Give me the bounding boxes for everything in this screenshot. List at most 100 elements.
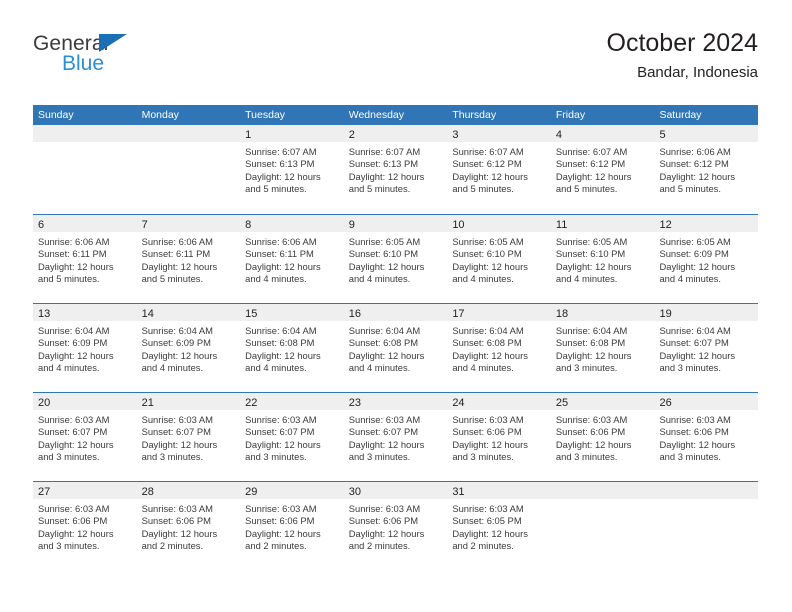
day-number-band: 14	[136, 304, 241, 321]
day-cell[interactable]: 21 Sunrise: 6:03 AM Sunset: 6:07 PM Dayligh…	[136, 393, 241, 481]
day-cell[interactable]: 15 Sunrise: 6:04 AM Sunset: 6:08 PM Dayligh…	[240, 304, 344, 392]
sunrise-text: Sunrise: 6:06 AM	[659, 146, 731, 157]
weekday-header-tuesday: Tuesday	[245, 109, 286, 121]
sunrise-text: Sunrise: 6:03 AM	[141, 414, 213, 425]
day-number-band: 5	[654, 125, 759, 142]
day-number-band: 4	[550, 125, 655, 142]
day-cell[interactable]: 24 Sunrise: 6:03 AM Sunset: 6:06 PM Dayligh…	[447, 393, 551, 481]
calendar-week-row: 20 Sunrise: 6:03 AM Sunset: 6:07 PM Dayligh…	[33, 392, 759, 481]
day-cell[interactable]: 2 Sunrise: 6:07 AM Sunset: 6:13 PM Daylight…	[343, 125, 448, 214]
day-cell[interactable]: 12 Sunrise: 6:05 AM Sunset: 6:09 PM Dayligh…	[654, 215, 759, 303]
page-title: October 2024	[606, 29, 759, 57]
sunset-text: Sunset: 6:10 PM	[555, 248, 626, 260]
calendar-week-row: 13 Sunrise: 6:04 AM Sunset: 6:09 PM Dayligh…	[33, 303, 759, 392]
day-cell[interactable]: 6 Sunrise: 6:06 AM Sunset: 6:11 PM Daylight…	[33, 215, 137, 303]
sunset-text: Sunset: 6:09 PM	[38, 337, 108, 349]
day-cell[interactable]: 4 Sunrise: 6:07 AM Sunset: 6:12 PM Daylight…	[550, 125, 655, 214]
day-cell[interactable]: 8 Sunrise: 6:06 AM Sunset: 6:11 PM Daylight…	[240, 215, 344, 303]
day-details: Sunrise: 6:03 AM Sunset: 6:06 PM Daylight:…	[33, 499, 137, 552]
sunrise-text: Sunrise: 6:03 AM	[38, 414, 110, 425]
day-number: 16	[348, 308, 361, 320]
day-cell[interactable]: 30 Sunrise: 6:03 AM Sunset: 6:06 PM Dayligh…	[343, 482, 448, 570]
sunset-text: Sunset: 6:12 PM	[555, 158, 626, 170]
day-number: 27	[38, 486, 51, 498]
day-number: 31	[452, 486, 465, 498]
day-number: 29	[245, 486, 258, 498]
sunset-text: Sunset: 6:11 PM	[245, 248, 314, 260]
day-cell[interactable]: 28 Sunrise: 6:03 AM Sunset: 6:06 PM Dayligh…	[136, 482, 241, 570]
day-details	[551, 499, 655, 503]
day-details: Sunrise: 6:03 AM Sunset: 6:06 PM Daylight:…	[240, 499, 344, 552]
sunrise-text: Sunrise: 6:04 AM	[245, 325, 317, 336]
sunset-text: Sunset: 6:07 PM	[659, 337, 729, 349]
day-cell[interactable]: 1 Sunrise: 6:07 AM Sunset: 6:13 PM Daylight…	[240, 125, 344, 214]
day-number: 9	[348, 219, 355, 231]
sunrise-text: Sunrise: 6:03 AM	[555, 414, 628, 425]
day-cell[interactable]: 19 Sunrise: 6:04 AM Sunset: 6:07 PM Dayligh…	[654, 304, 759, 392]
day-number-band: 21	[136, 393, 241, 410]
day-cell[interactable]: 5 Sunrise: 6:06 AM Sunset: 6:12 PM Daylight…	[654, 125, 759, 214]
sunset-text: Sunset: 6:05 PM	[452, 515, 522, 527]
day-cell[interactable]: 9 Sunrise: 6:05 AM Sunset: 6:10 PM Daylight…	[343, 215, 448, 303]
day-details: Sunrise: 6:04 AM Sunset: 6:08 PM Daylight:…	[240, 321, 344, 374]
day-cell[interactable]: 3 Sunrise: 6:07 AM Sunset: 6:12 PM Daylight…	[447, 125, 551, 214]
day-number: 26	[659, 397, 672, 409]
day-cell[interactable]: 13 Sunrise: 6:04 AM Sunset: 6:09 PM Dayligh…	[33, 304, 137, 392]
day-cell[interactable]: 16 Sunrise: 6:04 AM Sunset: 6:08 PM Dayligh…	[343, 304, 448, 392]
daylight-text: Daylight: 12 hours and 4 minutes.	[452, 260, 528, 284]
sunset-text: Sunset: 6:07 PM	[245, 426, 315, 438]
sunrise-text: Sunrise: 6:06 AM	[245, 236, 317, 247]
daylight-text: Daylight: 12 hours and 3 minutes.	[141, 438, 218, 462]
sunset-text: Sunset: 6:06 PM	[348, 515, 419, 527]
sunset-text: Sunset: 6:08 PM	[555, 337, 626, 349]
sunset-text: Sunset: 6:07 PM	[348, 426, 419, 438]
sunrise-text: Sunrise: 6:03 AM	[141, 503, 213, 514]
day-number: 15	[245, 308, 258, 320]
sunset-text: Sunset: 6:13 PM	[348, 158, 419, 170]
sunrise-text: Sunrise: 6:03 AM	[348, 503, 421, 514]
day-details: Sunrise: 6:04 AM Sunset: 6:08 PM Daylight:…	[447, 321, 551, 374]
day-cell[interactable]: 26 Sunrise: 6:03 AM Sunset: 6:06 PM Dayligh…	[654, 393, 759, 481]
sunset-text: Sunset: 6:09 PM	[141, 337, 211, 349]
day-cell[interactable]: 25 Sunrise: 6:03 AM Sunset: 6:06 PM Dayligh…	[550, 393, 655, 481]
daylight-text: Daylight: 12 hours and 3 minutes.	[245, 438, 321, 462]
day-details: Sunrise: 6:06 AM Sunset: 6:11 PM Daylight:…	[240, 232, 344, 285]
title-block: October 2024 Bandar, Indonesia	[607, 28, 759, 84]
sunrise-text: Sunrise: 6:05 AM	[659, 236, 731, 247]
day-number-band: 8	[240, 215, 344, 232]
day-cell[interactable]: 31 Sunrise: 6:03 AM Sunset: 6:05 PM Dayligh…	[447, 482, 551, 570]
sunrise-text: Sunrise: 6:03 AM	[348, 414, 421, 425]
sunrise-text: Sunrise: 6:03 AM	[452, 503, 524, 514]
day-cell[interactable]: 20 Sunrise: 6:03 AM Sunset: 6:07 PM Dayligh…	[33, 393, 137, 481]
daylight-text: Daylight: 12 hours and 5 minutes.	[245, 170, 321, 194]
day-cell[interactable]: 11 Sunrise: 6:05 AM Sunset: 6:10 PM Dayligh…	[550, 215, 655, 303]
sunrise-text: Sunrise: 6:07 AM	[245, 146, 317, 157]
day-number-band	[550, 482, 655, 499]
general-blue-logo[interactable]: General Blue	[33, 32, 213, 88]
sunrise-text: Sunrise: 6:04 AM	[141, 325, 213, 336]
day-details: Sunrise: 6:03 AM Sunset: 6:06 PM Daylight:…	[447, 410, 551, 463]
day-number-band: 19	[654, 304, 759, 321]
day-cell-empty	[136, 125, 241, 214]
day-cell[interactable]: 14 Sunrise: 6:04 AM Sunset: 6:09 PM Dayligh…	[136, 304, 241, 392]
day-cell[interactable]: 18 Sunrise: 6:04 AM Sunset: 6:08 PM Dayligh…	[550, 304, 655, 392]
day-cell[interactable]: 17 Sunrise: 6:04 AM Sunset: 6:08 PM Dayligh…	[447, 304, 551, 392]
day-cell[interactable]: 23 Sunrise: 6:03 AM Sunset: 6:07 PM Dayligh…	[343, 393, 448, 481]
day-cell[interactable]: 27 Sunrise: 6:03 AM Sunset: 6:06 PM Dayligh…	[33, 482, 137, 570]
sunset-text: Sunset: 6:06 PM	[659, 426, 729, 438]
day-number: 14	[141, 308, 154, 320]
sunrise-text: Sunrise: 6:07 AM	[555, 146, 628, 157]
weekday-header-thursday: Thursday	[452, 109, 497, 121]
calendar-page: General Blue October 2024 Bandar, Indone…	[0, 0, 792, 612]
day-cell[interactable]: 29 Sunrise: 6:03 AM Sunset: 6:06 PM Dayligh…	[240, 482, 344, 570]
day-number-band	[654, 482, 759, 499]
day-number-band: 18	[550, 304, 655, 321]
day-cell-empty	[654, 482, 759, 570]
day-details	[137, 142, 241, 146]
day-cell[interactable]: 22 Sunrise: 6:03 AM Sunset: 6:07 PM Dayligh…	[240, 393, 344, 481]
daylight-text: Daylight: 12 hours and 5 minutes.	[141, 260, 218, 284]
day-details: Sunrise: 6:06 AM Sunset: 6:11 PM Daylight:…	[33, 232, 137, 285]
daylight-text: Daylight: 12 hours and 4 minutes.	[245, 260, 321, 284]
day-cell[interactable]: 7 Sunrise: 6:06 AM Sunset: 6:11 PM Daylight…	[136, 215, 241, 303]
day-cell[interactable]: 10 Sunrise: 6:05 AM Sunset: 6:10 PM Dayligh…	[447, 215, 551, 303]
